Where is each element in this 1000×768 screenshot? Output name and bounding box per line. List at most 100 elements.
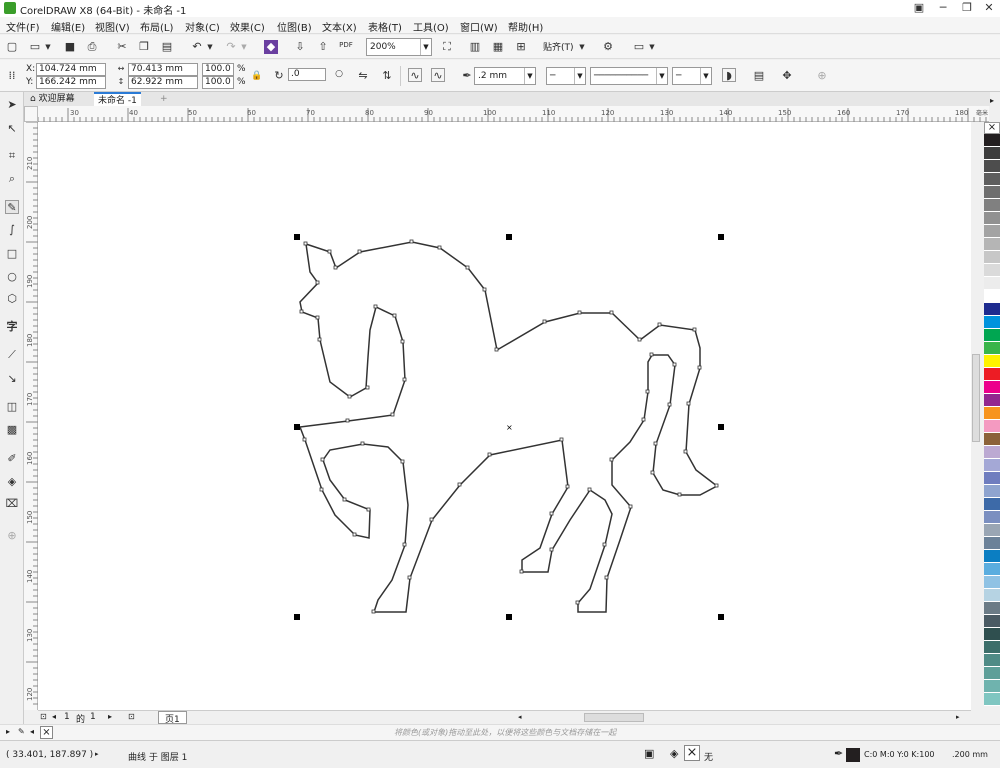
color-swatch[interactable] (984, 498, 1000, 511)
zoom-icon[interactable]: ⌕ (5, 172, 19, 186)
mirror-vertical-icon[interactable]: ⇅ (380, 69, 394, 83)
rectangle-icon[interactable]: □ (5, 247, 19, 261)
full-screen-icon[interactable]: ⛶ (440, 40, 454, 54)
color-swatch[interactable] (984, 355, 1000, 368)
shape-tool-options-icon[interactable]: ∿ (431, 68, 445, 82)
artistic-media-icon[interactable]: ∫ (5, 223, 19, 237)
color-swatch[interactable] (984, 446, 1000, 459)
add-page-icon[interactable]: ⊡ (128, 712, 135, 721)
color-swatch[interactable] (984, 147, 1000, 160)
ellipse-icon[interactable]: ○ (5, 270, 19, 284)
color-swatch[interactable] (984, 303, 1000, 316)
chevron-down-icon[interactable]: ▼ (44, 40, 52, 54)
color-swatch[interactable] (984, 537, 1000, 550)
color-swatch[interactable] (984, 225, 1000, 238)
show-grid-icon[interactable]: ▦ (491, 40, 505, 54)
rotation-angle-field[interactable]: .0 (288, 68, 326, 81)
zoom-level-dropdown[interactable]: 200% ▼ (366, 38, 432, 56)
next-page-icon[interactable]: ▸ (108, 712, 112, 721)
add-icon[interactable]: ⊕ (5, 529, 19, 543)
vertical-scroll-thumb[interactable] (972, 354, 980, 442)
shape-icon[interactable]: ↖ (5, 122, 19, 136)
color-swatch[interactable] (984, 329, 1000, 342)
color-proofing-icon[interactable]: ▣ (644, 747, 654, 760)
import-icon[interactable]: ⇩ (293, 40, 307, 54)
color-swatch[interactable] (984, 433, 1000, 446)
vertical-ruler[interactable]: 210 200 190 180 170 160 150 140 130 120 (24, 121, 38, 710)
drop-shadow-icon[interactable]: ◫ (5, 400, 19, 414)
color-swatch[interactable] (984, 264, 1000, 277)
polygon-icon[interactable]: ⬡ (5, 292, 19, 306)
color-swatch[interactable] (984, 381, 1000, 394)
quick-customize-icon[interactable]: ✥ (780, 69, 794, 83)
drawing-canvas[interactable]: × (38, 122, 971, 710)
no-color-swatch[interactable]: ⨯ (40, 726, 53, 739)
color-swatch[interactable] (984, 251, 1000, 264)
color-swatch[interactable] (984, 212, 1000, 225)
freehand-icon[interactable]: ✎ (5, 200, 19, 214)
chevron-down-icon[interactable]: ▼ (648, 40, 656, 54)
color-swatch[interactable] (984, 199, 1000, 212)
height-field[interactable]: 62.922 mm (128, 76, 198, 89)
outline-width-dropdown[interactable]: .2 mm ▼ (474, 67, 536, 85)
pdf-publish-icon[interactable]: PDF (338, 38, 354, 52)
position-y-field[interactable]: 166.242 mm (36, 76, 106, 89)
color-swatch[interactable] (984, 485, 1000, 498)
menu-file[interactable]: 文件(F) (6, 19, 40, 34)
application-launcher-icon[interactable]: ▭ (632, 40, 646, 54)
position-x-field[interactable]: 104.724 mm (36, 63, 106, 76)
vertical-scrollbar[interactable] (971, 122, 981, 710)
horizontal-scroll-thumb[interactable] (584, 713, 644, 722)
menu-window[interactable]: 窗口(W) (460, 19, 498, 34)
start-arrowhead-dropdown[interactable]: ─ ▼ (546, 67, 586, 85)
color-swatch[interactable] (984, 576, 1000, 589)
outline-color-swatch[interactable] (846, 748, 860, 762)
menu-edit[interactable]: 编辑(E) (51, 19, 85, 34)
mirror-horizontal-icon[interactable]: ⇋ (356, 69, 370, 83)
to-front-icon[interactable]: ▤ (752, 69, 766, 83)
status-arrow-icon[interactable]: ▸ (95, 750, 99, 758)
page-tab[interactable]: 页1 (158, 711, 187, 725)
line-style-dropdown[interactable]: ────────── ▼ (590, 67, 668, 85)
color-swatch[interactable] (984, 589, 1000, 602)
wrap-text-icon[interactable]: ◗ (722, 68, 736, 82)
color-swatch[interactable] (984, 667, 1000, 680)
palette-menu-icon[interactable]: ▸ (6, 727, 10, 736)
color-swatch[interactable] (984, 368, 1000, 381)
horizontal-ruler[interactable]: 30 40 50 60 70 80 90 100 110 120 130 140 150 160 170 18… (37, 106, 989, 122)
color-swatch[interactable] (984, 693, 1000, 706)
copy-icon[interactable]: ❐ (137, 40, 151, 54)
palette-scroll-up-icon[interactable]: ▸ (984, 96, 1000, 106)
print-icon[interactable]: ⎙ (85, 40, 99, 54)
parallel-dimension-icon[interactable]: ⟋ (5, 348, 19, 362)
transparency-icon[interactable]: ▩ (5, 423, 19, 437)
color-swatch[interactable] (984, 472, 1000, 485)
redo-dropdown-icon[interactable]: ▼ (240, 40, 248, 54)
color-swatch[interactable] (984, 277, 1000, 290)
smart-fill-icon[interactable]: ⌧ (5, 497, 19, 511)
cut-icon[interactable]: ✂ (115, 40, 129, 54)
end-arrowhead-dropdown[interactable]: ─ ▼ (672, 67, 712, 85)
scroll-left-icon[interactable]: ◂ (518, 713, 522, 721)
color-swatch[interactable] (984, 641, 1000, 654)
color-swatch[interactable] (984, 316, 1000, 329)
color-swatch[interactable] (984, 407, 1000, 420)
color-swatch[interactable] (984, 186, 1000, 199)
menu-bitmap[interactable]: 位图(B) (277, 19, 312, 34)
color-swatch[interactable] (984, 550, 1000, 563)
interactive-fill-icon[interactable]: ◈ (5, 475, 19, 489)
color-swatch[interactable] (984, 394, 1000, 407)
connector-icon[interactable]: ↘ (5, 372, 19, 386)
color-swatch[interactable] (984, 238, 1000, 251)
color-swatch[interactable] (984, 615, 1000, 628)
show-guidelines-icon[interactable]: ⊞ (514, 40, 528, 54)
color-swatch[interactable] (984, 563, 1000, 576)
color-swatch[interactable] (984, 160, 1000, 173)
color-swatch[interactable] (984, 524, 1000, 537)
menu-help[interactable]: 帮助(H) (508, 19, 543, 34)
menu-view[interactable]: 视图(V) (95, 19, 130, 34)
menu-layout[interactable]: 布局(L) (140, 19, 173, 34)
text-icon[interactable]: 字 (5, 320, 19, 334)
undo-dropdown-icon[interactable]: ▼ (206, 40, 214, 54)
close-curve-icon[interactable]: ∿ (408, 68, 422, 82)
